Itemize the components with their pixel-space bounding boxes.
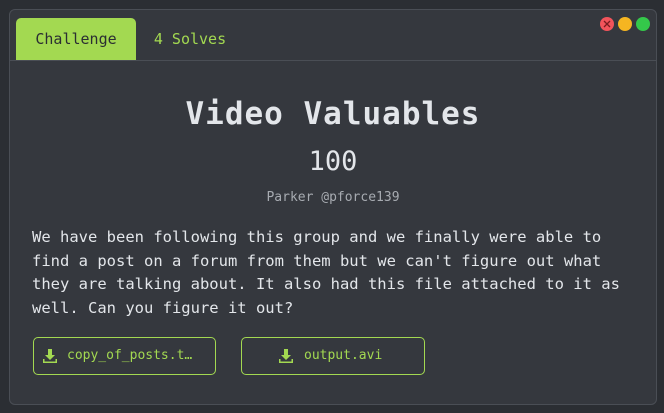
challenge-description: We have been following this group and we… [32,228,620,317]
challenge-window: Challenge 4 Solves Video Valuables 100 P… [9,9,657,405]
window-controls [596,16,650,31]
file-download-button[interactable]: copy_of_posts.t… [33,337,216,375]
tab-bar: Challenge 4 Solves [10,10,656,61]
close-icon [603,20,611,28]
maximize-button[interactable] [636,17,650,31]
download-icon [279,349,293,363]
download-icon [43,349,57,363]
tab-challenge[interactable]: Challenge [16,18,136,60]
challenge-title: Video Valuables [185,96,481,132]
file-download-button[interactable]: output.avi [241,337,425,375]
challenge-points: 100 [308,146,358,177]
file-name: copy_of_posts.t… [67,348,193,363]
minimize-button[interactable] [618,17,632,31]
close-button[interactable] [600,17,614,31]
file-name: output.avi [304,348,383,363]
challenge-author: Parker @pforce139 [266,190,400,205]
tab-solves[interactable]: 4 Solves [140,18,240,60]
